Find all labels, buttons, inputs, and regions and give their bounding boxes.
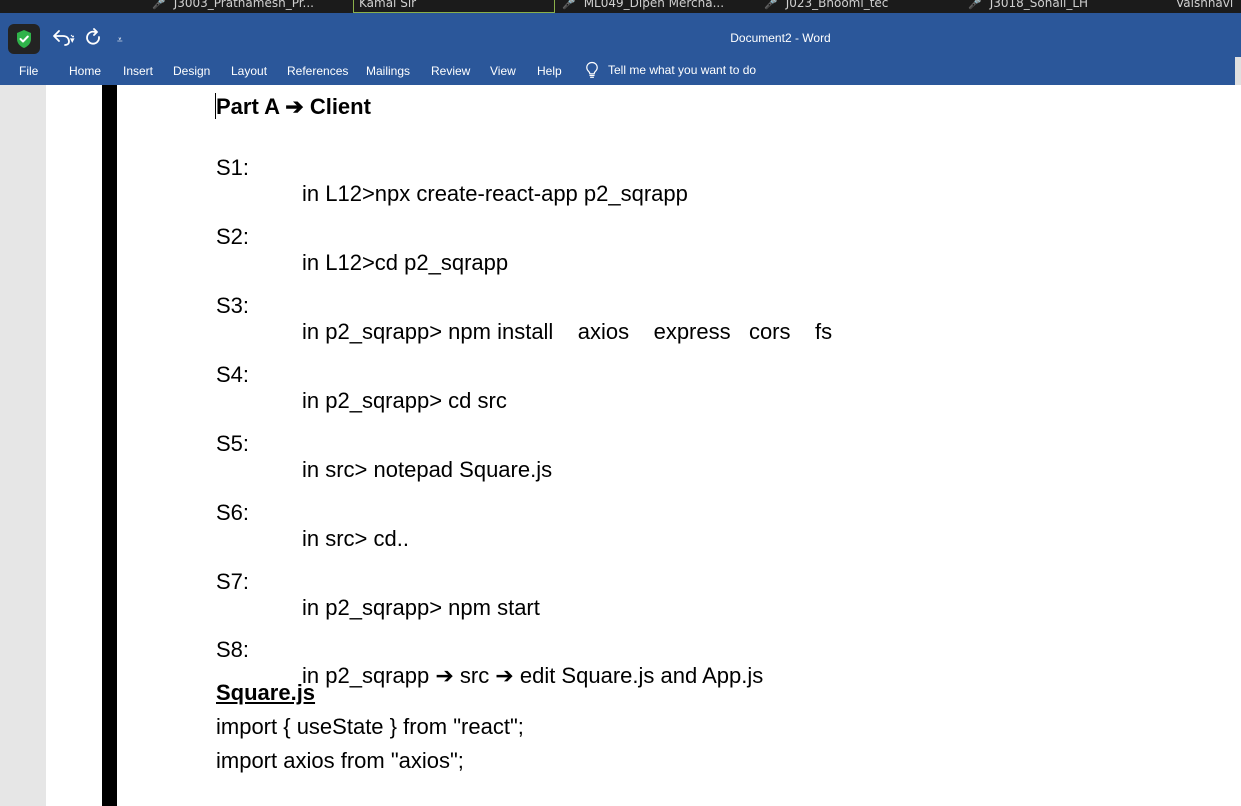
step-label: S8: [216, 637, 250, 662]
code-line: import { useState } from "react"; [216, 714, 524, 739]
step-text: in p2_sqrapp> npm install axios express … [302, 319, 833, 344]
tab-file[interactable]: File [19, 64, 38, 78]
tab-help[interactable]: Help [537, 64, 562, 78]
document-area: Part A ➔ Client S1: in L12>npx create-re… [0, 85, 1241, 806]
step-label: S3: [216, 293, 250, 318]
participant-tile-active[interactable]: Kamal Sir [353, 0, 555, 13]
mic-muted-icon: 🎤 [152, 0, 166, 10]
code-line: import axios from "axios"; [216, 748, 464, 773]
scrollbar-edge [1235, 57, 1241, 85]
tab-mailings[interactable]: Mailings [366, 64, 410, 78]
participant-tile[interactable]: 🎤 ML049_Dipen Mercha... [562, 0, 757, 13]
step-text: in p2_sqrapp ➔ src ➔ edit Square.js and … [302, 663, 764, 688]
tab-design[interactable]: Design [173, 64, 210, 78]
participant-tile[interactable]: Vaishnavi [1172, 0, 1241, 13]
participant-tile[interactable]: 🎤 J3003_Prathamesh_Pr... [152, 0, 347, 13]
mic-muted-icon: 🎤 [562, 0, 576, 10]
heading-part-a: Part A ➔ Client [216, 94, 371, 119]
tab-layout[interactable]: Layout [231, 64, 267, 78]
step-label: S1: [216, 155, 250, 180]
mic-muted-icon: 🎤 [764, 0, 778, 10]
step-text: in src> notepad Square.js [302, 457, 553, 482]
step-label: S4: [216, 362, 250, 387]
tab-view[interactable]: View [490, 64, 516, 78]
tell-me-search[interactable]: Tell me what you want to do [584, 61, 756, 79]
tab-home[interactable]: Home [69, 64, 101, 78]
step-text: in p2_sqrapp> npm start [302, 595, 540, 620]
lightbulb-icon [586, 61, 598, 78]
mic-muted-icon: 🎤 [968, 0, 982, 10]
step-label: S7: [216, 569, 250, 594]
step-label: S5: [216, 431, 250, 456]
tab-review[interactable]: Review [431, 64, 470, 78]
step-text: in p2_sqrapp> cd src [302, 388, 507, 413]
tab-insert[interactable]: Insert [123, 64, 153, 78]
ribbon-tabs: File Home Insert Design Layout Reference… [0, 57, 1241, 85]
participant-tile[interactable]: 🎤 J3018_Sonali_LH [968, 0, 1163, 13]
page-margin-bar [102, 85, 117, 806]
step-label: S6: [216, 500, 250, 525]
subheading-square-js: Square.js [216, 680, 316, 705]
step-label: S2: [216, 224, 250, 249]
window-title: Document2 - Word [730, 31, 831, 45]
title-bar: ▾ ⩡ Document2 - Word [0, 13, 1241, 57]
step-text: in L12>npx create-react-app p2_sqrapp [302, 181, 688, 206]
meeting-participant-strip: 🎤 J3003_Prathamesh_Pr... Kamal Sir 🎤 ML049… [0, 0, 1241, 13]
tab-references[interactable]: References [287, 64, 348, 78]
participant-tile[interactable]: 🎤 J023_Bhoomi_tec [764, 0, 959, 13]
step-text: in src> cd.. [302, 526, 409, 551]
step-text: in L12>cd p2_sqrapp [302, 250, 509, 275]
